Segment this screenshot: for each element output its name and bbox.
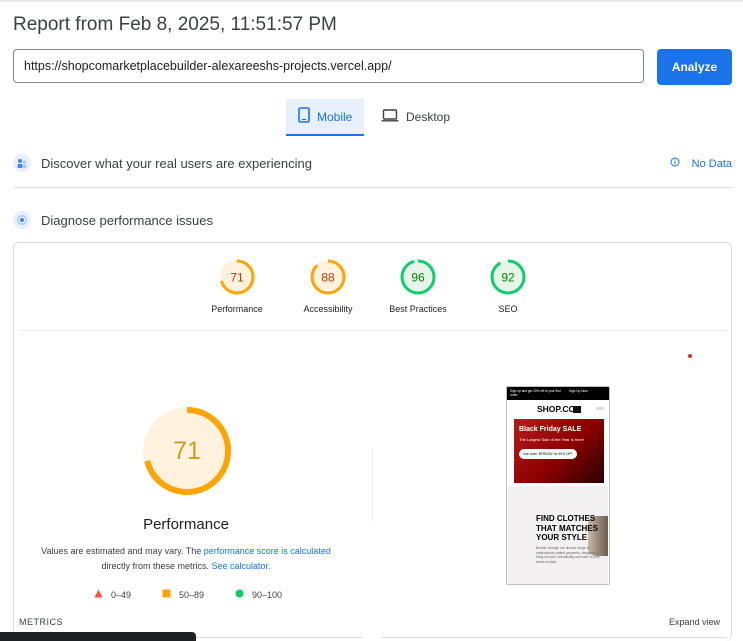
legend-pass: 90–100 [235,589,282,600]
performance-label: Performance [143,516,229,533]
field-data-section: Discover what your real users are experi… [13,154,312,172]
metrics-divider-right [381,637,726,638]
no-data-status[interactable]: No Data [670,157,732,170]
bottom-toast-bar [0,632,196,641]
square-icon [162,589,171,600]
performance-score-value: 71 [173,437,201,465]
lab-icon [13,211,31,229]
final-screenshot-thumbnail[interactable]: Sign up and get 20% off to your first or… [506,386,610,585]
site-logo: SHOP.CO [537,404,576,414]
header-search [596,407,604,410]
field-data-heading: Discover what your real users are experi… [41,155,312,171]
analyze-button[interactable]: Analyze [657,49,732,85]
score-gauge-seo[interactable]: 92 SEO [463,258,553,314]
promo-bar: Sign up and get 20% off to your first or… [507,387,609,400]
url-input[interactable]: https://shopcomarketplacebuilder-alexare… [13,49,644,83]
score-gauge-performance[interactable]: 71 Performance [192,258,282,314]
expand-view-toggle[interactable]: Expand view [669,617,720,627]
score-value: 71 [230,271,244,285]
score-calculated-link[interactable]: performance score is calculated [204,546,331,556]
no-data-label: No Data [691,157,732,170]
lab-data-heading: Diagnose performance issues [41,212,213,228]
score-label: Best Practices [389,304,447,314]
section-divider [13,187,732,188]
vertical-divider [372,449,373,521]
score-label: Performance [211,304,263,314]
tab-mobile[interactable]: Mobile [286,99,365,136]
score-label: SEO [498,304,518,314]
tab-desktop[interactable]: Desktop [369,99,462,135]
score-label: Accessibility [303,304,353,314]
top-border [0,0,743,2]
performance-description: Values are estimated and may vary. The p… [41,546,331,571]
tab-mobile-label: Mobile [317,109,353,124]
hero-section: FIND CLOTHES THAT MATCHES YOUR STYLE Bro… [508,486,608,584]
score-gauge-best-practices[interactable]: 96 Best Practices [373,258,463,314]
tab-desktop-label: Desktop [406,110,451,124]
logo-block [573,406,581,413]
score-value: 88 [321,271,335,285]
lab-data-section: Diagnose performance issues [13,211,213,229]
legend-average: 50–89 [162,589,204,600]
score-gauge-accessibility[interactable]: 88 Accessibility [283,258,373,314]
score-value: 96 [411,271,425,285]
performance-big-gauge: 71 [143,407,231,495]
smartphone-icon [298,107,310,126]
info-icon [670,157,680,170]
metrics-heading: METRICS [19,617,63,627]
red-dot [688,354,692,358]
gauge-ring: 88 [310,259,346,295]
legend-fail: 0–49 [94,589,131,600]
gauge-ring: 96 [400,259,436,295]
gauges-divider [20,330,726,331]
users-icon [13,154,31,172]
report-title: Report from Feb 8, 2025, 11:51:57 PM [13,14,337,35]
laptop-icon [381,109,399,125]
score-value: 92 [501,271,515,285]
gauge-ring: 71 [219,259,255,295]
black-friday-banner: Black Friday SALE The Largest Sale of th… [514,419,604,483]
see-calculator-link[interactable]: See calculator. [211,561,270,571]
triangle-icon [94,589,103,600]
metrics-divider-left [196,637,363,638]
gauge-ring: 92 [490,259,526,295]
circle-icon [235,589,244,600]
